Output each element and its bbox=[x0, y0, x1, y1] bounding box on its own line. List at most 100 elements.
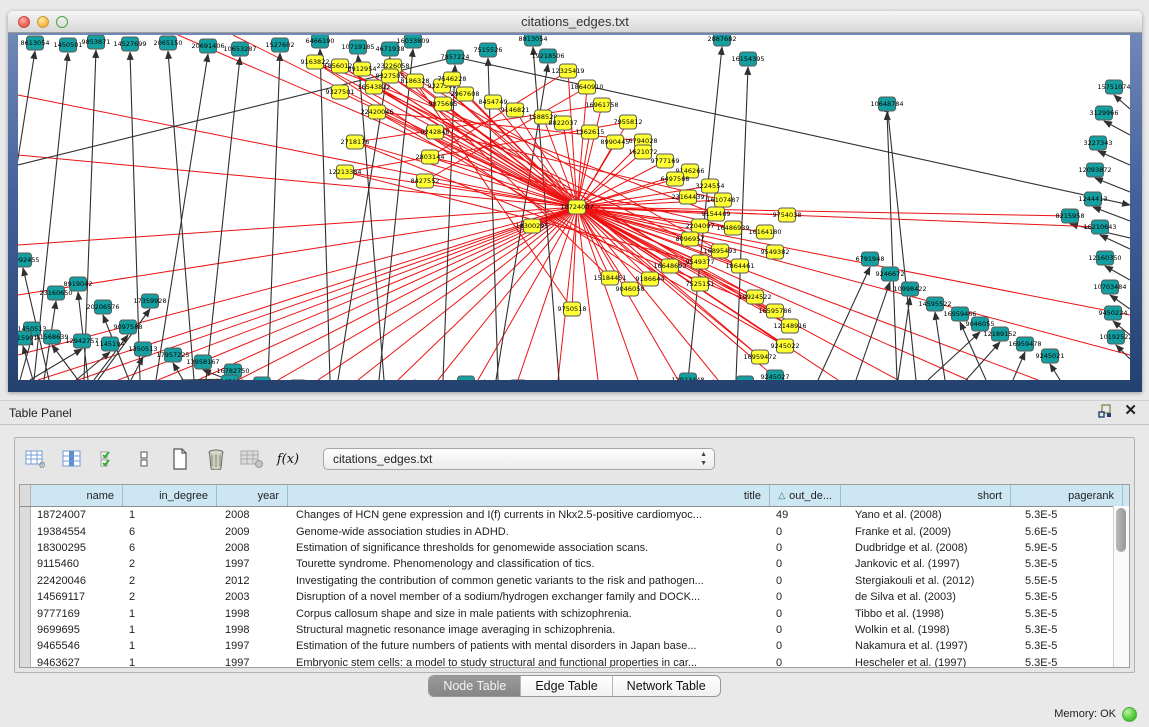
table-cell[interactable]: 1 bbox=[123, 624, 217, 636]
network-node[interactable]: 3129966 bbox=[1090, 106, 1119, 120]
network-node[interactable]: 12093872 bbox=[1078, 163, 1111, 177]
table-cell[interactable]: Tibbo et al. (1998) bbox=[841, 608, 1011, 620]
network-node[interactable]: 14527699 bbox=[113, 37, 146, 51]
table-row[interactable]: 1938455462009Genome-wide association stu… bbox=[20, 523, 1129, 539]
network-canvas[interactable]: 1872400718300295916382218560128891295423… bbox=[18, 35, 1130, 380]
column-header-short[interactable]: short bbox=[841, 485, 1011, 506]
memory-status-icon[interactable] bbox=[1122, 707, 1137, 722]
vertical-scrollbar[interactable] bbox=[1113, 506, 1129, 667]
table-cell[interactable]: 5.3E-5 bbox=[1011, 624, 1123, 636]
table-cell[interactable]: Wolkin et al. (1998) bbox=[841, 624, 1011, 636]
table-cell[interactable]: 1997 bbox=[217, 640, 288, 652]
network-node[interactable]: 17359928 bbox=[133, 294, 166, 308]
network-node[interactable]: 12213384 bbox=[328, 165, 361, 179]
network-node[interactable]: 9246672 bbox=[876, 267, 905, 281]
table-cell[interactable]: Corpus callosum shape and size in male p… bbox=[288, 608, 770, 620]
network-node[interactable]: 10192522 bbox=[1099, 330, 1130, 344]
table-cell[interactable]: 2012 bbox=[217, 575, 288, 587]
table-cell[interactable]: 5.3E-5 bbox=[1011, 640, 1123, 652]
network-node[interactable]: 17957225 bbox=[156, 348, 189, 362]
table-cell[interactable]: 0 bbox=[770, 591, 841, 603]
network-node[interactable]: 7515526 bbox=[474, 43, 503, 57]
network-node[interactable]: 1244413 bbox=[1079, 192, 1108, 206]
table-row[interactable]: 1830029562008Estimation of significance … bbox=[20, 540, 1129, 556]
network-node[interactable]: 9046055 bbox=[966, 317, 995, 331]
table-cell[interactable]: 5.9E-5 bbox=[1011, 542, 1123, 554]
table-cell[interactable]: 0 bbox=[770, 526, 841, 538]
table-cell[interactable]: 0 bbox=[770, 657, 841, 668]
table-cell[interactable]: 18300295 bbox=[31, 542, 123, 554]
table-cell[interactable]: 2009 bbox=[217, 526, 288, 538]
network-node[interactable]: 20691406 bbox=[191, 39, 224, 53]
table-cell[interactable]: 18724007 bbox=[31, 509, 123, 521]
network-node[interactable]: 6791948 bbox=[856, 252, 885, 266]
close-panel-icon[interactable]: ✕ bbox=[1124, 404, 1137, 418]
row-height-icon[interactable] bbox=[131, 445, 157, 473]
table-cell[interactable]: Tourette syndrome. Phenomenology and cla… bbox=[288, 558, 770, 570]
network-node[interactable]: 9245027 bbox=[761, 370, 790, 380]
network-node[interactable]: 2803144 bbox=[416, 150, 445, 164]
table-cell[interactable]: Disruption of a novel member of a sodium… bbox=[288, 591, 770, 603]
network-node[interactable]: 6466190 bbox=[306, 35, 335, 48]
network-node[interactable]: 9245022 bbox=[771, 339, 800, 353]
column-header-title[interactable]: title bbox=[288, 485, 770, 506]
table-row[interactable]: 1872400712008Changes of HCN gene express… bbox=[20, 507, 1129, 523]
network-node[interactable]: 8613054 bbox=[21, 36, 50, 50]
network-node[interactable]: 10703484 bbox=[1093, 280, 1126, 294]
table-cell[interactable]: 5.3E-5 bbox=[1011, 509, 1123, 521]
table-cell[interactable]: Hescheler et al. (1997) bbox=[841, 657, 1011, 668]
network-node[interactable]: 22420046 bbox=[360, 105, 393, 119]
table-select-dropdown[interactable]: citations_edges.txt ▲▼ bbox=[323, 448, 715, 470]
table-cell[interactable]: Nakamura et al. (1997) bbox=[841, 640, 1011, 652]
table-row[interactable]: 969969511998Structural magnetic resonanc… bbox=[20, 622, 1129, 638]
table-cell[interactable]: Investigating the contribution of common… bbox=[288, 575, 770, 587]
network-node[interactable]: 10924520 bbox=[245, 377, 278, 380]
table-cell[interactable]: 5.3E-5 bbox=[1011, 608, 1123, 620]
column-header-pagerank[interactable]: pagerank bbox=[1011, 485, 1123, 506]
table-cell[interactable]: 1 bbox=[123, 640, 217, 652]
network-node[interactable]: 18640910 bbox=[570, 80, 603, 94]
table-cell[interactable]: 1 bbox=[123, 608, 217, 620]
table-cell[interactable]: de Silva et al. (2003) bbox=[841, 591, 1011, 603]
table-cell[interactable]: 2008 bbox=[217, 509, 288, 521]
select-rows-icon[interactable] bbox=[95, 445, 121, 473]
tab-node-table[interactable]: Node Table bbox=[429, 676, 521, 696]
table-cell[interactable]: 1998 bbox=[217, 608, 288, 620]
network-node[interactable]: 16961758 bbox=[585, 98, 618, 112]
scrollbar-thumb[interactable] bbox=[1116, 508, 1126, 552]
table-cell[interactable]: 9777169 bbox=[31, 608, 123, 620]
table-cell[interactable]: Estimation of the future numbers of pati… bbox=[288, 640, 770, 652]
table-cell[interactable]: 0 bbox=[770, 558, 841, 570]
network-node[interactable]: 12942757 bbox=[65, 334, 98, 348]
delete-icon[interactable] bbox=[203, 445, 229, 473]
network-node[interactable]: 1450501 bbox=[54, 38, 83, 52]
table-cell[interactable]: 49 bbox=[770, 509, 841, 521]
table-cell[interactable]: Genome-wide association studies in ADHD. bbox=[288, 526, 770, 538]
table-row[interactable]: 946554611997Estimation of the future num… bbox=[20, 638, 1129, 654]
table-cell[interactable]: 5.6E-5 bbox=[1011, 526, 1123, 538]
column-header-year[interactable]: year bbox=[217, 485, 288, 506]
table-cell[interactable]: Dudbridge et al. (2008) bbox=[841, 542, 1011, 554]
table-cell[interactable]: 2 bbox=[123, 591, 217, 603]
network-window-titlebar[interactable]: citations_edges.txt bbox=[8, 11, 1142, 33]
table-cell[interactable]: Jankovic et al. (1997) bbox=[841, 558, 1011, 570]
network-node[interactable]: 19218506 bbox=[531, 49, 564, 63]
network-node[interactable]: 12160350 bbox=[1088, 251, 1121, 265]
network-node[interactable]: 8813054 bbox=[519, 35, 548, 46]
table-cell[interactable]: 1998 bbox=[217, 624, 288, 636]
table-cell[interactable]: Structural magnetic resonance image aver… bbox=[288, 624, 770, 636]
table-cell[interactable]: 1997 bbox=[217, 657, 288, 668]
network-node[interactable]: 3227343 bbox=[1084, 136, 1113, 150]
network-node[interactable]: 10924522 bbox=[738, 290, 771, 304]
network-node[interactable]: 9853871 bbox=[82, 35, 111, 49]
new-file-icon[interactable] bbox=[167, 445, 193, 473]
table-cell[interactable]: 0 bbox=[770, 575, 841, 587]
table-row[interactable]: 977716911998Corpus callosum shape and si… bbox=[20, 605, 1129, 621]
table-cell[interactable]: 5.3E-5 bbox=[1011, 657, 1123, 668]
table-cell[interactable]: 5.5E-5 bbox=[1011, 575, 1123, 587]
table-cell[interactable]: Yano et al. (2008) bbox=[841, 509, 1011, 521]
network-node[interactable]: 16164180 bbox=[748, 225, 781, 239]
network-node[interactable]: 9450224 bbox=[1099, 306, 1128, 320]
table-cell[interactable]: Embryonic stem cells: a model to study s… bbox=[288, 657, 770, 668]
table-row[interactable]: 2242004622012Investigating the contribut… bbox=[20, 573, 1129, 589]
